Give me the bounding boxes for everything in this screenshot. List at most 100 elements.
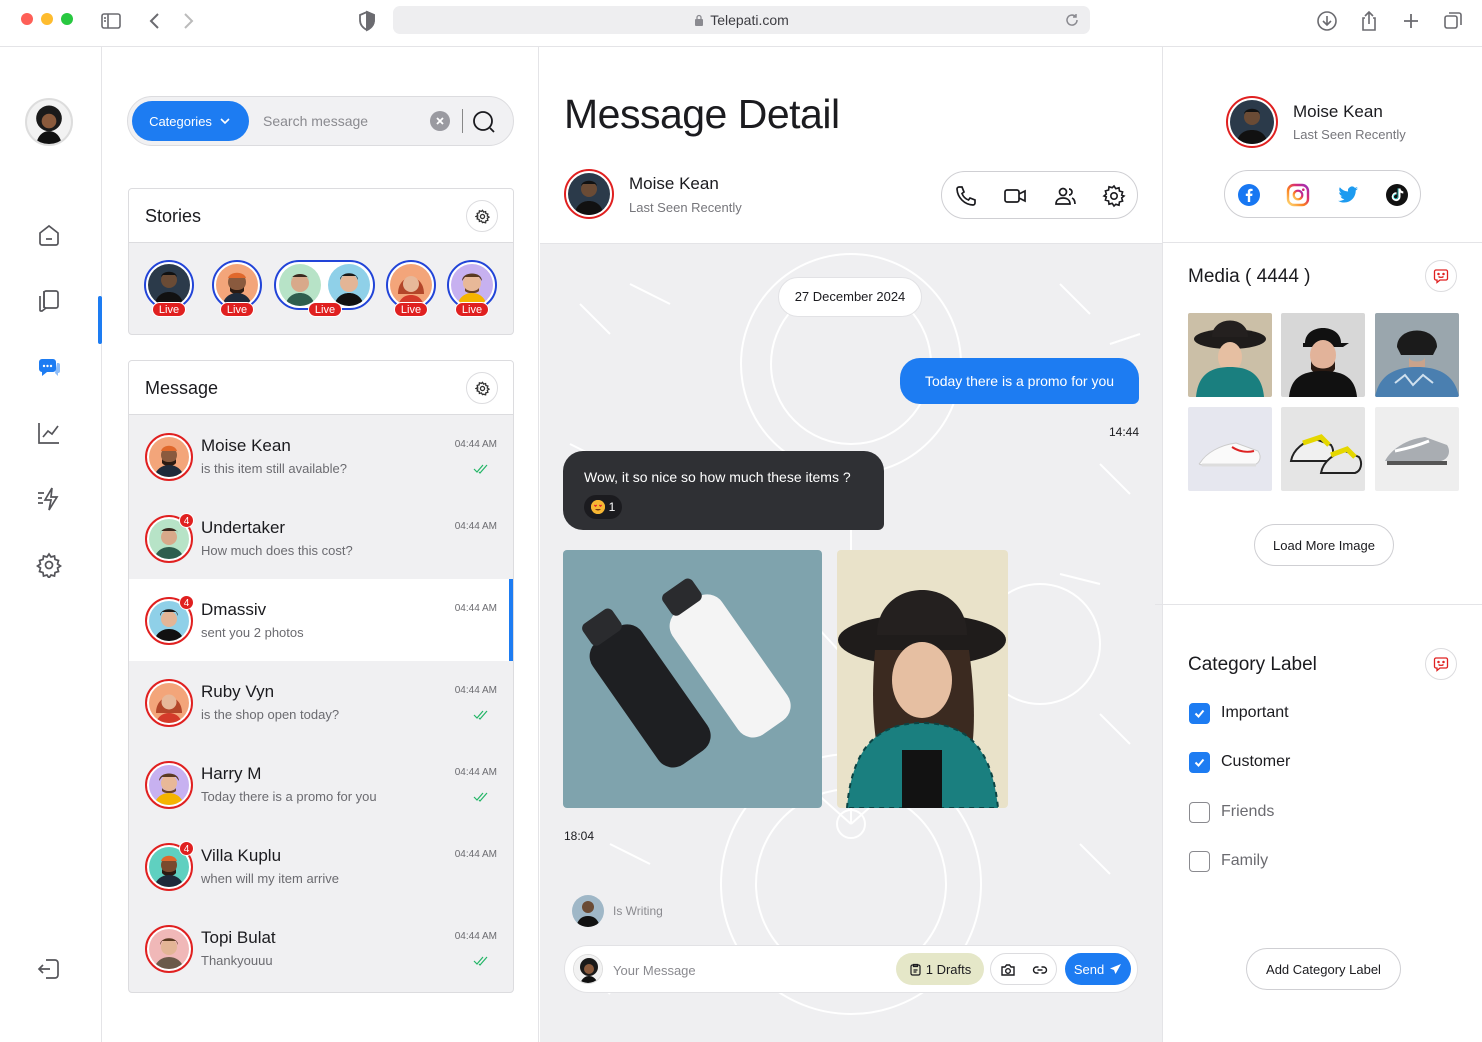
twitter-icon[interactable]: [1336, 183, 1360, 207]
social-links: [1224, 170, 1421, 218]
live-badge: Live: [308, 302, 342, 317]
back-icon[interactable]: [143, 9, 167, 33]
shield-icon[interactable]: [355, 9, 379, 33]
messages-settings-button[interactable]: [466, 372, 498, 404]
live-badge: Live: [394, 302, 428, 317]
minimize-window-button[interactable]: [41, 13, 53, 25]
contact-info-panel: Moise Kean Last Seen Recently Media ( 44…: [1155, 47, 1482, 1042]
checkbox-unchecked-icon[interactable]: [1189, 801, 1210, 823]
add-category-label-button[interactable]: Add Category Label: [1246, 948, 1401, 990]
chat-panel: Message Detail Moise Kean Last Seen Rece…: [540, 47, 1162, 1042]
chart-icon[interactable]: [36, 420, 62, 446]
stories-settings-button[interactable]: [466, 200, 498, 232]
forward-icon[interactable]: [176, 9, 200, 33]
message-input[interactable]: [613, 960, 843, 980]
story-item-pair[interactable]: Live: [274, 260, 375, 317]
load-more-image-button[interactable]: Load More Image: [1254, 524, 1394, 566]
message-row[interactable]: Moise Kean is this item still available?…: [129, 415, 513, 497]
message-row[interactable]: Topi Bulat Thankyouuu 04:44 AM: [129, 907, 513, 989]
book-icon[interactable]: [36, 288, 62, 314]
story-item[interactable]: Live: [144, 260, 194, 317]
category-checkbox-important[interactable]: Important: [1189, 701, 1289, 725]
message-row-active[interactable]: 4 Dmassiv sent you 2 photos 04:44 AM: [129, 579, 513, 661]
category-checkbox-family[interactable]: Family: [1189, 849, 1268, 873]
message-composer: 1 Drafts Send: [564, 945, 1138, 993]
chat-icon[interactable]: [36, 354, 62, 380]
category-label-title: Category Label: [1188, 654, 1317, 675]
maximize-window-button[interactable]: [61, 13, 73, 25]
checkbox-checked-icon[interactable]: [1189, 702, 1210, 724]
search-bar: Categories: [127, 96, 514, 146]
settings-icon[interactable]: [1102, 184, 1126, 208]
double-check-icon: [473, 791, 489, 803]
address-bar[interactable]: Telepati.com: [393, 6, 1090, 34]
send-button[interactable]: Send: [1065, 953, 1131, 985]
media-thumbnail[interactable]: [1281, 407, 1365, 491]
stories-panel: Stories Live Live Live Live Live: [128, 188, 514, 335]
contact-avatar[interactable]: [564, 169, 614, 219]
profile-avatar[interactable]: [1226, 96, 1278, 148]
category-checkbox-friends[interactable]: Friends: [1189, 800, 1274, 824]
message-row[interactable]: Harry M Today there is a promo for you 0…: [129, 743, 513, 825]
media-thumbnail[interactable]: [1375, 407, 1459, 491]
message-time: 04:44 AM: [454, 603, 497, 614]
message-row[interactable]: 4 Undertaker How much does this cost? 04…: [129, 497, 513, 579]
reload-icon[interactable]: [1064, 12, 1080, 28]
story-item[interactable]: Live: [447, 260, 497, 317]
checkbox-checked-icon[interactable]: [1189, 751, 1210, 773]
category-checkbox-customer[interactable]: Customer: [1189, 750, 1290, 774]
sidebar-toggle-icon[interactable]: [99, 9, 123, 33]
home-icon[interactable]: [36, 222, 62, 248]
phone-icon[interactable]: [954, 184, 978, 208]
stories-title: Stories: [145, 206, 202, 226]
checkbox-unchecked-icon[interactable]: [1189, 850, 1210, 872]
drafts-button[interactable]: 1 Drafts: [896, 953, 984, 985]
search-divider: [462, 109, 463, 133]
message-row[interactable]: 4 Villa Kuplu when will my item arrive 0…: [129, 825, 513, 907]
incoming-message[interactable]: Wow, it so nice so how much these items …: [563, 451, 884, 530]
download-icon[interactable]: [1315, 9, 1339, 33]
facebook-icon[interactable]: [1237, 183, 1261, 207]
media-thumbnail[interactable]: [1188, 313, 1272, 397]
new-tab-icon[interactable]: [1399, 9, 1423, 33]
message-time: 04:44 AM: [454, 849, 497, 860]
tiktok-icon[interactable]: [1385, 183, 1409, 207]
categories-dropdown[interactable]: Categories: [132, 101, 249, 141]
settings-icon[interactable]: [36, 552, 62, 578]
woman-hat-photo[interactable]: [837, 550, 1008, 808]
gear-icon: [474, 208, 490, 224]
close-window-button[interactable]: [21, 13, 33, 25]
outgoing-message[interactable]: Today there is a promo for you: [900, 358, 1139, 404]
browser-toolbar: Telepati.com: [0, 0, 1482, 47]
instagram-icon[interactable]: [1286, 183, 1310, 207]
flash-icon[interactable]: [36, 486, 62, 512]
link-icon[interactable]: [1032, 962, 1048, 978]
bottles-photo[interactable]: [563, 550, 822, 808]
media-options-button[interactable]: [1425, 260, 1457, 292]
chat-actions: [941, 171, 1138, 219]
category-options-button[interactable]: [1425, 648, 1457, 680]
camera-icon[interactable]: [1000, 962, 1016, 978]
reaction-chip[interactable]: 1: [584, 495, 622, 519]
story-item[interactable]: Live: [386, 260, 436, 317]
story-item[interactable]: Live: [212, 260, 262, 317]
categories-label: Categories: [149, 113, 212, 129]
chat-thread: 27 December 2024 Today there is a promo …: [540, 243, 1162, 1042]
share-icon[interactable]: [1357, 9, 1381, 33]
video-call-icon[interactable]: [1003, 184, 1027, 208]
user-group-icon[interactable]: [1053, 184, 1077, 208]
user-avatar[interactable]: [25, 98, 73, 146]
message-row[interactable]: Ruby Vyn is the shop open today? 04:44 A…: [129, 661, 513, 743]
media-thumbnail[interactable]: [1188, 407, 1272, 491]
outgoing-time: 14:44: [1109, 425, 1140, 439]
search-icon[interactable]: [471, 109, 497, 135]
message-preview: when will my item arrive: [201, 871, 339, 886]
media-thumbnail[interactable]: [1281, 313, 1365, 397]
clear-search-icon[interactable]: [430, 111, 450, 131]
tabs-overview-icon[interactable]: [1441, 9, 1465, 33]
send-label: Send: [1073, 961, 1105, 977]
search-input[interactable]: [263, 109, 423, 133]
logout-icon[interactable]: [36, 956, 62, 982]
media-thumbnail[interactable]: [1375, 313, 1459, 397]
lock-icon: [695, 14, 704, 26]
